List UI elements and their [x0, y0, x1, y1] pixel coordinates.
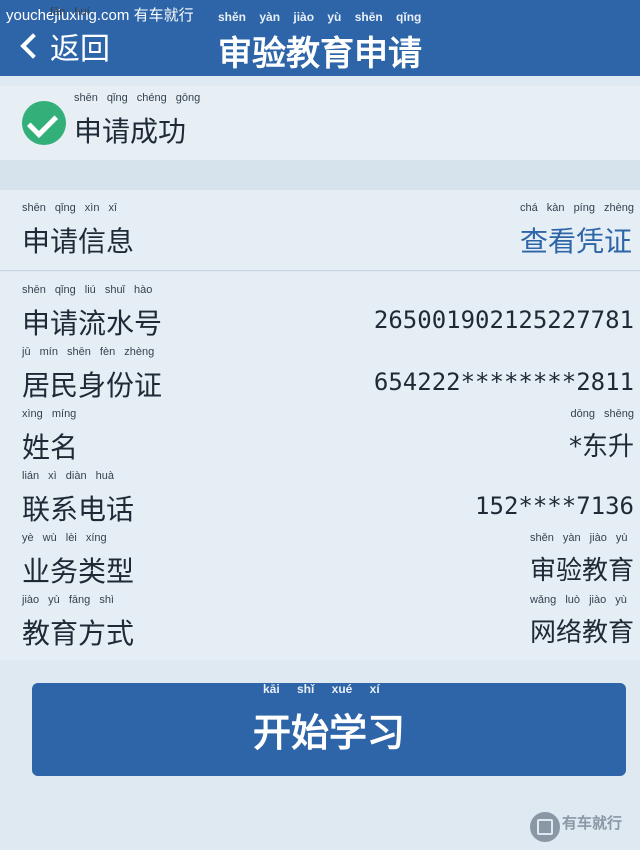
- detail-row-phone: lián xì diàn huà 联系电话 152****7136: [0, 470, 640, 530]
- value-pinyin: wǎng luò jiào yù: [529, 594, 627, 606]
- row-label: 居民身份证: [22, 369, 163, 402]
- row-label: 教育方式: [22, 617, 135, 650]
- check-circle-icon: [22, 101, 66, 145]
- button-label: 开始学习: [252, 711, 405, 755]
- row-pinyin: xìng míng: [22, 408, 77, 420]
- value-pinyin: shěn yàn jiào yù: [529, 532, 628, 544]
- info-label: 申请信息: [22, 225, 135, 258]
- row-label: 业务类型: [22, 555, 135, 588]
- view-certificate-link[interactable]: chá kàn píng zhèng 查看凭证: [519, 202, 634, 260]
- back-pinyin: fǎn huí: [50, 6, 90, 18]
- value-pinyin: dōng shēng: [570, 408, 635, 420]
- link-label: 查看凭证: [519, 225, 632, 258]
- divider-band: [0, 160, 640, 190]
- row-value: 26500190212522778​1: [373, 306, 634, 334]
- title-pinyin: shěn yàn jiào yù shēn qǐng: [218, 10, 422, 24]
- header-bar: youchejiuxing.com 有车就行 fǎn huí 返回 shěn y…: [0, 0, 640, 76]
- detail-row-id-card: jū mín shēn fèn zhèng 居民身份证 654222*******…: [0, 346, 640, 406]
- row-label: 姓名: [22, 431, 79, 464]
- watermark-logo-icon: [528, 810, 562, 844]
- link-pinyin: chá kàn píng zhèng: [519, 202, 635, 214]
- detail-row-education-mode: jiào yù fāng shì 教育方式 wǎng luò jiào yù 网络教…: [0, 594, 640, 654]
- row-pinyin: lián xì diàn huà: [22, 470, 114, 482]
- row-pinyin: jiào yù fāng shì: [22, 594, 114, 606]
- success-label: 申请成功: [74, 115, 187, 148]
- success-pinyin: shēn qǐng chéng gōng: [74, 92, 201, 104]
- button-pinyin: kāi shǐ xué xí: [262, 682, 380, 696]
- info-pinyin: shēn qǐng xìn xī: [22, 202, 118, 214]
- detail-row-serial: shēn qǐng liú shuǐ hào 申请流水号 265001902125…: [0, 284, 640, 344]
- detail-row-name: xìng míng 姓名 dōng shēng *东升: [0, 408, 640, 468]
- detail-row-business-type: yè wù lèi xíng 业务类型 shěn yàn jiào yù 审验教育: [0, 532, 640, 592]
- row-value: 152****7136: [475, 492, 634, 520]
- row-value: 审验教育: [529, 556, 634, 586]
- row-label: 联系电话: [22, 493, 135, 526]
- start-learning-button[interactable]: kāi shǐ xué xí 开始学习: [32, 682, 626, 776]
- row-pinyin: yè wù lèi xíng: [22, 532, 107, 544]
- row-value: *东升: [568, 432, 634, 462]
- row-value: 网络教育: [529, 618, 634, 648]
- row-label: 申请流水号: [22, 307, 163, 340]
- info-section-title: shēn qǐng xìn xī 申请信息: [22, 202, 135, 260]
- success-status: shēn qǐng chéng gōng 申请成功: [74, 92, 200, 150]
- application-details: shēn qǐng liú shuǐ hào 申请流水号 265001902125…: [0, 272, 640, 660]
- row-pinyin: jū mín shēn fèn zhèng: [22, 346, 155, 358]
- title-text: 审验教育申请: [218, 34, 422, 74]
- watermark-bottom: 有车就行: [562, 814, 623, 832]
- row-pinyin: shēn qǐng liú shuǐ hào: [22, 284, 153, 296]
- row-value: 654222********2811: [373, 368, 634, 396]
- page-title: shěn yàn jiào yù shēn qǐng 审验教育申请: [0, 10, 640, 75]
